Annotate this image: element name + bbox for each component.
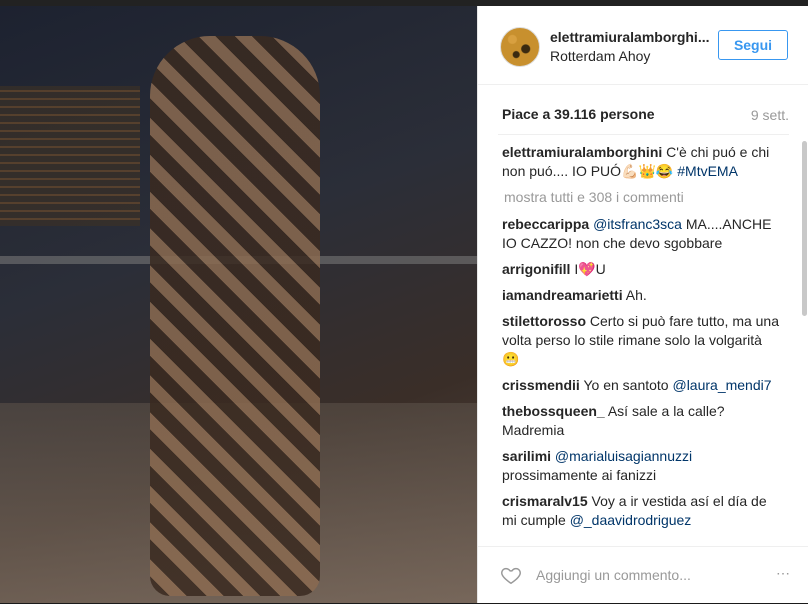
list-item: thebossqueen_ Así sale a la calle? Madre… — [502, 402, 780, 440]
heart-icon[interactable] — [500, 564, 522, 586]
comment-text: prossimamente ai fanizzi — [502, 467, 657, 483]
comment-mention[interactable]: @laura_mendi7 — [672, 377, 771, 393]
comment-user[interactable]: sarilimi — [502, 448, 551, 464]
list-item: stilettorosso Certo si può fare tutto, m… — [502, 312, 780, 369]
caption-user[interactable]: elettramiuralamborghini — [502, 144, 662, 160]
background-building — [0, 86, 140, 226]
comment-bar: Aggiungi un commento... ⋯ — [478, 546, 808, 604]
list-item: iamandreamarietti Ah. — [502, 286, 780, 305]
list-item: crismaralv15 Voy a ir vestida así el día… — [502, 492, 780, 530]
comment-text: I💖U — [574, 261, 606, 277]
likes-count[interactable]: Piace a 39.116 persone — [502, 106, 655, 122]
comment-user[interactable]: stilettorosso — [502, 313, 586, 329]
list-item: sarilimi @marialuisagiannuzzi prossimame… — [502, 447, 780, 485]
show-all-comments-link[interactable]: mostra tutti e 308 i commenti — [504, 188, 780, 207]
comment-user[interactable]: crismaralv15 — [502, 493, 588, 509]
list-item: rebeccarippa @itsfranc3sca MA....ANCHE I… — [502, 215, 780, 253]
comment-mention[interactable]: @itsfranc3sca — [593, 216, 682, 232]
comment-text: Yo en santoto — [583, 377, 669, 393]
list-item: arrigonifill I💖U — [502, 260, 780, 279]
comment-user[interactable]: thebossqueen_ — [502, 403, 605, 419]
comment-user[interactable]: rebeccarippa — [502, 216, 589, 232]
comments-scrollbar[interactable] — [802, 141, 807, 316]
post-side-panel: elettramiuralamborghi... Rotterdam Ahoy … — [477, 6, 808, 603]
caption-hashtag[interactable]: #MtvEMA — [677, 163, 738, 179]
comment-user[interactable]: crissmendii — [502, 377, 580, 393]
comment-mention[interactable]: @_daavidrodriguez — [570, 512, 692, 528]
post-username[interactable]: elettramiuralamborghi... — [550, 29, 709, 45]
comment-user[interactable]: arrigonifill — [502, 261, 570, 277]
comment-mention[interactable]: @marialuisagiannuzzi — [555, 448, 692, 464]
comments-list: elettramiuralamborghini C'è chi puó e ch… — [502, 143, 780, 535]
post-location[interactable]: Rotterdam Ahoy — [550, 48, 650, 64]
person-figure — [150, 36, 320, 596]
more-options-icon[interactable]: ⋯ — [776, 565, 791, 582]
list-item: crissmendii Yo en santoto @laura_mendi7 — [502, 376, 780, 395]
comment-input[interactable]: Aggiungi un commento... — [536, 567, 691, 583]
post-photo — [0, 6, 477, 603]
avatar[interactable] — [500, 27, 540, 67]
post-header: elettramiuralamborghi... Rotterdam Ahoy … — [478, 6, 808, 85]
post-time[interactable]: 9 sett. — [751, 107, 789, 123]
follow-button[interactable]: Segui — [718, 30, 788, 60]
comment-user[interactable]: iamandreamarietti — [502, 287, 623, 303]
comment-text: Ah. — [625, 287, 647, 303]
caption: elettramiuralamborghini C'è chi puó e ch… — [502, 143, 780, 181]
divider — [498, 134, 789, 135]
